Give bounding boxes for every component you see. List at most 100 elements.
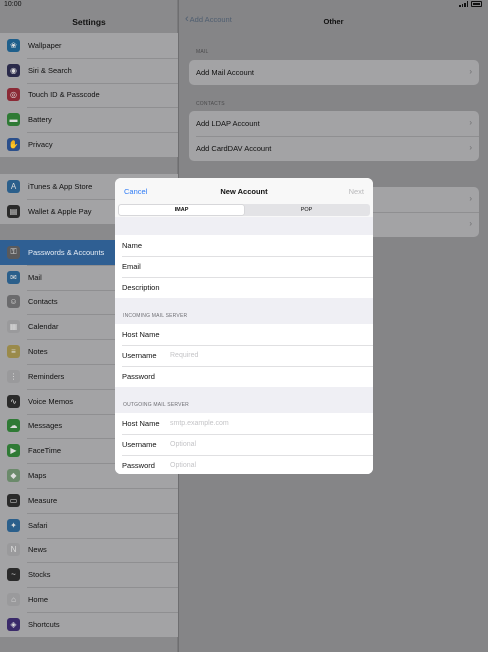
key-icon: ⚿ <box>7 245 20 259</box>
incoming-username-field[interactable]: Username Required <box>115 345 373 366</box>
section-header-mail: MAIL <box>196 49 209 55</box>
sheet-nav-bar: Cancel New Account Next <box>115 178 373 204</box>
sidebar-item-safari[interactable]: ✦ Safari <box>0 512 178 538</box>
sidebar-item-label: Battery <box>28 115 52 125</box>
sidebar-item-privacy[interactable]: ✋ Privacy <box>0 132 178 157</box>
sidebar-item-label: Messages <box>28 421 63 431</box>
sidebar-item-measure[interactable]: ▭ Measure <box>0 487 178 513</box>
sidebar-item-touch-id-passcode[interactable]: ◎ Touch ID & Passcode <box>0 82 178 108</box>
detail-title: Other <box>323 17 344 26</box>
sidebar-item-label: iTunes & App Store <box>28 181 93 191</box>
battery-status-icon <box>471 1 482 7</box>
safari-icon: ✦ <box>7 518 20 532</box>
outgoing-host-field[interactable]: Host Name smtp.example.com <box>115 413 373 434</box>
ipad-screen: 10:00 Settings ❀ Wallpaper ◉ Siri & Search ◎… <box>0 0 488 652</box>
shortcuts-icon: ◈ <box>7 617 20 631</box>
sidebar-item-label: Stocks <box>28 570 51 580</box>
maps-icon: ◆ <box>7 469 20 483</box>
sidebar-item-label: Notes <box>28 347 48 357</box>
outgoing-username-placeholder: Optional <box>170 441 197 448</box>
name-field[interactable]: Name <box>115 235 373 256</box>
new-account-sheet: Cancel New Account Next IMAP POP Name Em… <box>115 178 373 474</box>
next-button[interactable]: Next <box>349 187 364 196</box>
sidebar-item-label: Reminders <box>28 371 65 381</box>
status-bar-right <box>0 0 488 10</box>
sidebar-item-news[interactable]: N News <box>0 537 178 563</box>
add-ldap-account-label: Add LDAP Account <box>196 118 260 128</box>
incoming-host-label: Host Name <box>122 330 160 339</box>
sidebar-item-label: Touch ID & Passcode <box>28 90 100 100</box>
description-label: Description <box>122 283 160 292</box>
home-icon: ⌂ <box>7 593 20 607</box>
section-header-contacts: CONTACTS <box>196 101 225 107</box>
add-carddav-account-row[interactable]: Add CardDAV Account › <box>189 135 479 161</box>
segment-pop[interactable]: POP <box>244 205 369 215</box>
sidebar-item-battery[interactable]: ▬ Battery <box>0 107 178 132</box>
sidebar-item-label: Wallet & Apple Pay <box>28 206 92 216</box>
detail-nav-bar: ‹ Add Account Other <box>179 12 488 32</box>
chevron-right-icon: › <box>469 218 472 228</box>
add-mail-account-row[interactable]: Add Mail Account › <box>189 60 479 85</box>
stocks-icon: ~ <box>7 568 20 582</box>
outgoing-username-field[interactable]: Username Optional <box>115 434 373 455</box>
sidebar-item-label: Measure <box>28 495 58 505</box>
contacts-group: Add LDAP Account › Add CardDAV Account › <box>189 111 479 161</box>
mail-group: Add Mail Account › <box>189 60 479 85</box>
protocol-segment-wrap: IMAP POP <box>115 204 373 217</box>
email-label: Email <box>122 262 141 271</box>
news-icon: N <box>7 543 20 557</box>
measure-icon: ▭ <box>7 493 20 507</box>
outgoing-password-label: Password <box>122 461 155 470</box>
incoming-username-label: Username <box>122 351 157 360</box>
voice-memos-icon: ∿ <box>7 394 20 408</box>
sidebar-item-label: Siri & Search <box>28 65 72 75</box>
chevron-right-icon: › <box>469 194 472 203</box>
sidebar-title: Settings <box>72 17 106 27</box>
add-ldap-account-row[interactable]: Add LDAP Account › <box>189 111 479 136</box>
siri-icon: ◉ <box>7 63 20 77</box>
wallet-icon: ▤ <box>7 204 20 218</box>
sidebar-item-home[interactable]: ⌂ Home <box>0 587 178 612</box>
name-label: Name <box>122 241 143 250</box>
sidebar-item-label: Mail <box>28 272 42 282</box>
outgoing-server-header: OUTGOING MAIL SERVER <box>123 402 189 408</box>
sidebar-item-label: News <box>28 545 47 555</box>
description-field[interactable]: Description <box>115 277 373 298</box>
sidebar-item-shortcuts[interactable]: ◈ Shortcuts <box>0 611 178 637</box>
sidebar-item-label: Wallpaper <box>28 40 62 50</box>
sidebar-item-siri-search[interactable]: ◉ Siri & Search <box>0 57 178 83</box>
sidebar-item-label: Calendar <box>28 322 59 332</box>
incoming-password-label: Password <box>122 372 155 381</box>
incoming-password-field[interactable]: Password <box>115 366 373 387</box>
incoming-host-field[interactable]: Host Name <box>115 324 373 345</box>
sidebar-item-wallpaper[interactable]: ❀ Wallpaper <box>0 33 178 58</box>
mail-icon: ✉ <box>7 270 20 284</box>
sidebar-item-label: Passwords & Accounts <box>28 247 105 257</box>
account-form: Name Email Description INCOMING MAIL SER… <box>115 217 373 474</box>
sidebar-item-label: Maps <box>28 471 47 481</box>
segment-imap[interactable]: IMAP <box>119 205 244 215</box>
protocol-segmented-control: IMAP POP <box>118 204 370 216</box>
incoming-username-placeholder: Required <box>170 352 199 359</box>
outgoing-password-placeholder: Optional <box>170 462 197 469</box>
outgoing-username-label: Username <box>122 440 157 449</box>
sidebar-item-stocks[interactable]: ~ Stocks <box>0 562 178 587</box>
sidebar-item-label: Shortcuts <box>28 619 60 629</box>
sidebar-item-label: Voice Memos <box>28 396 74 406</box>
sheet-title: New Account <box>220 187 268 196</box>
outgoing-password-field[interactable]: Password Optional <box>115 455 373 474</box>
chevron-right-icon: › <box>469 118 472 127</box>
hand-icon: ✋ <box>7 138 20 152</box>
battery-icon: ▬ <box>7 113 20 127</box>
sidebar-item-label: Home <box>28 595 49 605</box>
chevron-right-icon: › <box>469 67 472 76</box>
facetime-icon: ▶ <box>7 444 20 458</box>
sidebar-item-label: Safari <box>28 520 48 530</box>
reminders-icon: ⋮ <box>7 369 20 383</box>
incoming-server-header: INCOMING MAIL SERVER <box>123 313 188 319</box>
email-field[interactable]: Email <box>115 256 373 277</box>
app-store-icon: A <box>7 179 20 193</box>
add-carddav-account-label: Add CardDAV Account <box>196 143 272 153</box>
fingerprint-icon: ◎ <box>7 88 20 102</box>
outgoing-host-label: Host Name <box>122 419 160 428</box>
